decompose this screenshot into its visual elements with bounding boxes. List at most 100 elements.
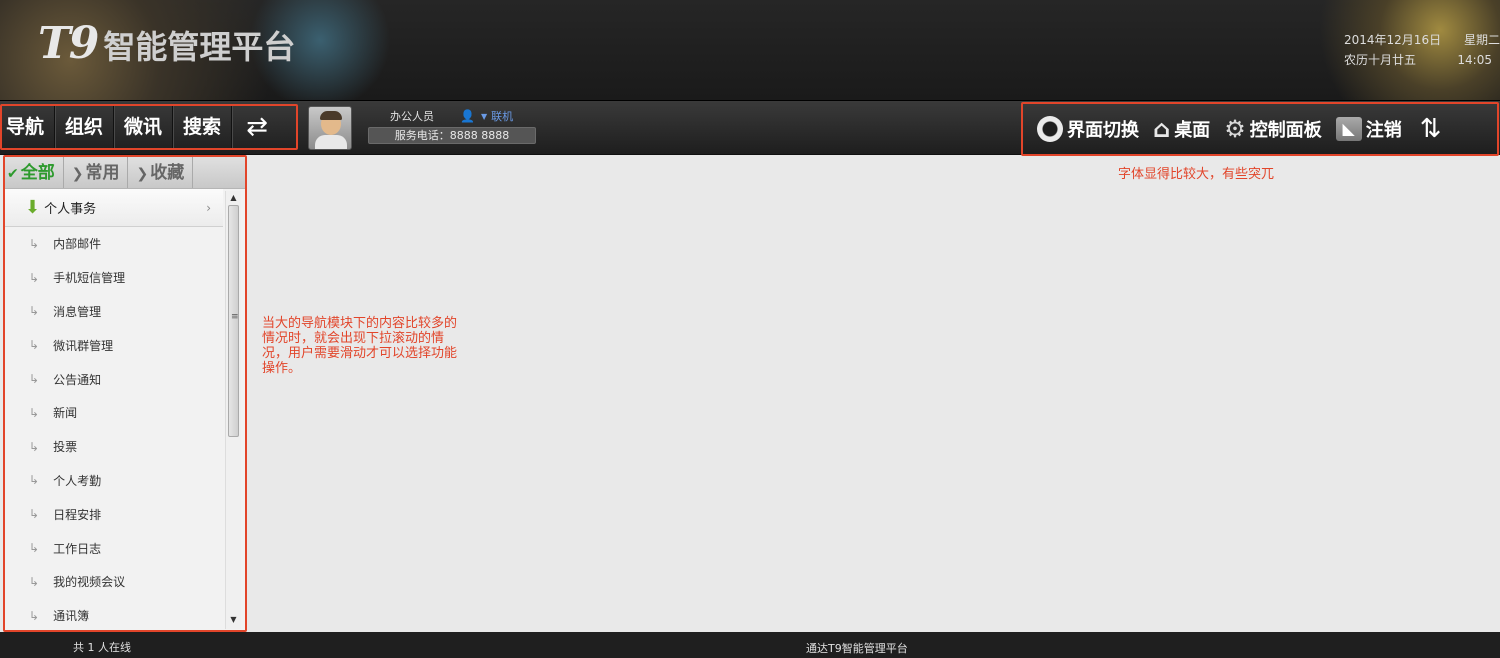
menu-item-label: 微讯群管理 — [53, 338, 114, 353]
sub-item-arrow-icon: ↳ — [29, 541, 40, 556]
tab-organization[interactable]: 组织 — [55, 106, 115, 148]
menu-item-label: 投票 — [53, 440, 78, 455]
check-icon: ✔ — [7, 166, 19, 182]
sidebar: ✔ 全部 ❯ 常用 ❯ 收藏 ⬇ 个人事务 › ↳ 内部邮件 ↳ 手机短信管理 ↳ 消息管理… — [3, 155, 247, 632]
rss-icon: ◣ — [1335, 117, 1362, 141]
up-down-arrow-icon[interactable]: ⇅ — [1420, 114, 1442, 144]
control-panel-button[interactable]: ⚙ 控制面板 — [1224, 115, 1322, 143]
online-count: 共 1 人在线 — [73, 641, 131, 654]
scroll-down-icon[interactable]: ▼ — [226, 613, 241, 627]
sidebar-scrollbar[interactable]: ▲ ≡ ▼ — [225, 191, 241, 629]
tab-search[interactable]: 搜索 — [173, 106, 233, 148]
scroll-track[interactable] — [226, 437, 241, 613]
scroll-up-icon[interactable]: ▲ — [226, 191, 241, 205]
menu-item-messages[interactable]: ↳ 消息管理 — [5, 295, 223, 329]
menu-item-contacts[interactable]: ↳ 通讯簿 — [5, 599, 223, 630]
status-bar: 共 1 人在线 通达T9智能管理平台 — [0, 632, 1500, 658]
menu-item-video-meeting[interactable]: ↳ 我的视频会议 — [5, 565, 223, 599]
toolbar-actions: 界面切换 ⌂ 桌面 ⚙ 控制面板 ◣ 注销 ⇅ — [1021, 102, 1499, 156]
annotation-font-size: 字体显得比较大，有些突兀 — [1118, 167, 1275, 182]
avatar[interactable] — [308, 106, 352, 150]
sidebar-tab-common[interactable]: ❯ 常用 — [64, 157, 129, 188]
sidebar-tab-common-label: 常用 — [85, 163, 120, 183]
sub-item-arrow-icon: ↳ — [29, 507, 40, 522]
sidebar-tab-favorites[interactable]: ❯ 收藏 — [128, 157, 194, 188]
switch-icon — [1037, 116, 1063, 142]
menu-item-label: 我的视频会议 — [53, 575, 126, 590]
grip-icon: ≡ — [231, 312, 239, 322]
chevron-right-icon: › — [206, 200, 211, 215]
sub-item-arrow-icon: ↳ — [29, 372, 40, 387]
sub-item-arrow-icon: ↳ — [29, 473, 40, 488]
sub-item-arrow-icon: ↳ — [29, 608, 40, 623]
scroll-thumb[interactable]: ≡ — [228, 205, 239, 437]
menu-item-work-log[interactable]: ↳ 工作日志 — [5, 531, 223, 565]
menu-item-label: 内部邮件 — [53, 237, 102, 252]
menu-item-label: 新闻 — [53, 406, 78, 421]
menu-item-label: 公告通知 — [53, 372, 102, 387]
sidebar-tab-all-label: 全部 — [20, 163, 55, 183]
time-text: 14:05 — [1457, 53, 1492, 67]
menu-item-label: 通讯簿 — [53, 609, 90, 624]
menu-item-internal-mail[interactable]: ↳ 内部邮件 — [5, 227, 223, 261]
desktop-label: 桌面 — [1174, 120, 1211, 141]
logo-name: 智能管理平台 — [103, 28, 296, 66]
sub-item-arrow-icon: ↳ — [29, 574, 40, 589]
switch-interface-label: 界面切换 — [1067, 120, 1139, 141]
menu-item-sms[interactable]: ↳ 手机短信管理 — [5, 261, 223, 295]
sidebar-tab-favorites-label: 收藏 — [150, 163, 185, 183]
weekday-text: 星期二 — [1463, 33, 1500, 47]
menu-item-groups[interactable]: ↳ 微讯群管理 — [5, 328, 223, 362]
date-text: 2014年12月16日 — [1344, 33, 1442, 47]
menu-item-attendance[interactable]: ↳ 个人考勤 — [5, 464, 223, 498]
user-role: 办公人员 — [390, 110, 434, 123]
menu-list: ↳ 内部邮件 ↳ 手机短信管理 ↳ 消息管理 ↳ 微讯群管理 ↳ 公告通知 ↳ 新闻 ↳ 投票… — [5, 227, 223, 630]
tab-navigation[interactable]: 导航 — [2, 106, 56, 148]
sub-item-arrow-icon: ↳ — [29, 405, 40, 420]
home-icon: ⌂ — [1153, 115, 1171, 143]
user-status-label[interactable]: 联机 — [491, 108, 513, 124]
desktop-button[interactable]: ⌂ 桌面 — [1153, 115, 1210, 143]
download-arrow-icon: ⬇ — [25, 197, 41, 218]
control-panel-label: 控制面板 — [1249, 120, 1322, 141]
chevron-down-icon[interactable]: ▼ — [481, 112, 487, 121]
sidebar-tab-all[interactable]: ✔ 全部 — [5, 157, 64, 188]
menu-item-notices[interactable]: ↳ 公告通知 — [5, 362, 223, 396]
lunar-date-text: 农历十月廿五 — [1344, 53, 1417, 67]
user-status-icon[interactable]: 👤 — [460, 109, 475, 123]
switch-interface-button[interactable]: 界面切换 — [1037, 116, 1139, 142]
menu-item-news[interactable]: ↳ 新闻 — [5, 396, 223, 430]
logout-label: 注销 — [1365, 120, 1402, 141]
annotation-scroll: 当大的导航模块下的内容比较多的情况时，就会出现下拉滚动的情况，用户需要滑动才可以… — [262, 316, 458, 376]
gear-icon: ⚙ — [1224, 115, 1246, 143]
logo-t9: T9 — [38, 18, 99, 69]
logout-button[interactable]: ◣ 注销 — [1335, 116, 1402, 142]
sub-item-arrow-icon: ↳ — [29, 338, 40, 353]
menu-group-label: 个人事务 — [44, 202, 97, 217]
date-widget: 2014年12月16日 星期二 农历十月廿五 14:05 — [1344, 30, 1500, 70]
menu-item-label: 个人考勤 — [53, 473, 102, 488]
avatar-hair — [320, 111, 342, 120]
chevron-right-icon: ❯ — [71, 166, 84, 182]
sub-item-arrow-icon: ↳ — [29, 270, 40, 285]
avatar-body — [315, 135, 347, 149]
sub-item-arrow-icon: ↳ — [29, 304, 40, 319]
user-info: 办公人员 👤 ▼ 联机 服务电话：8888 8888 — [368, 108, 536, 144]
sub-item-arrow-icon: ↳ — [29, 439, 40, 454]
menu-item-label: 手机短信管理 — [53, 271, 126, 286]
menu-group-personal[interactable]: ⬇ 个人事务 › — [5, 189, 223, 227]
nav-tab-group: 导航 组织 微讯 搜索 ⇄ — [0, 104, 298, 150]
service-phone: 服务电话：8888 8888 — [368, 127, 536, 144]
swap-arrows-icon[interactable]: ⇄ — [232, 112, 282, 142]
sidebar-tabs: ✔ 全部 ❯ 常用 ❯ 收藏 — [5, 157, 245, 189]
menu-item-vote[interactable]: ↳ 投票 — [5, 430, 223, 464]
tab-weixun[interactable]: 微讯 — [114, 106, 174, 148]
menu-item-label: 工作日志 — [53, 541, 102, 556]
sub-item-arrow-icon: ↳ — [29, 236, 40, 251]
app-logo: T9 智能管理平台 — [38, 18, 295, 69]
menu-item-schedule[interactable]: ↳ 日程安排 — [5, 497, 223, 531]
menu-item-label: 日程安排 — [53, 507, 102, 522]
footer-brand: 通达T9智能管理平台 — [806, 642, 908, 655]
chevron-right-icon: ❯ — [136, 166, 149, 182]
menu-item-label: 消息管理 — [53, 304, 102, 319]
